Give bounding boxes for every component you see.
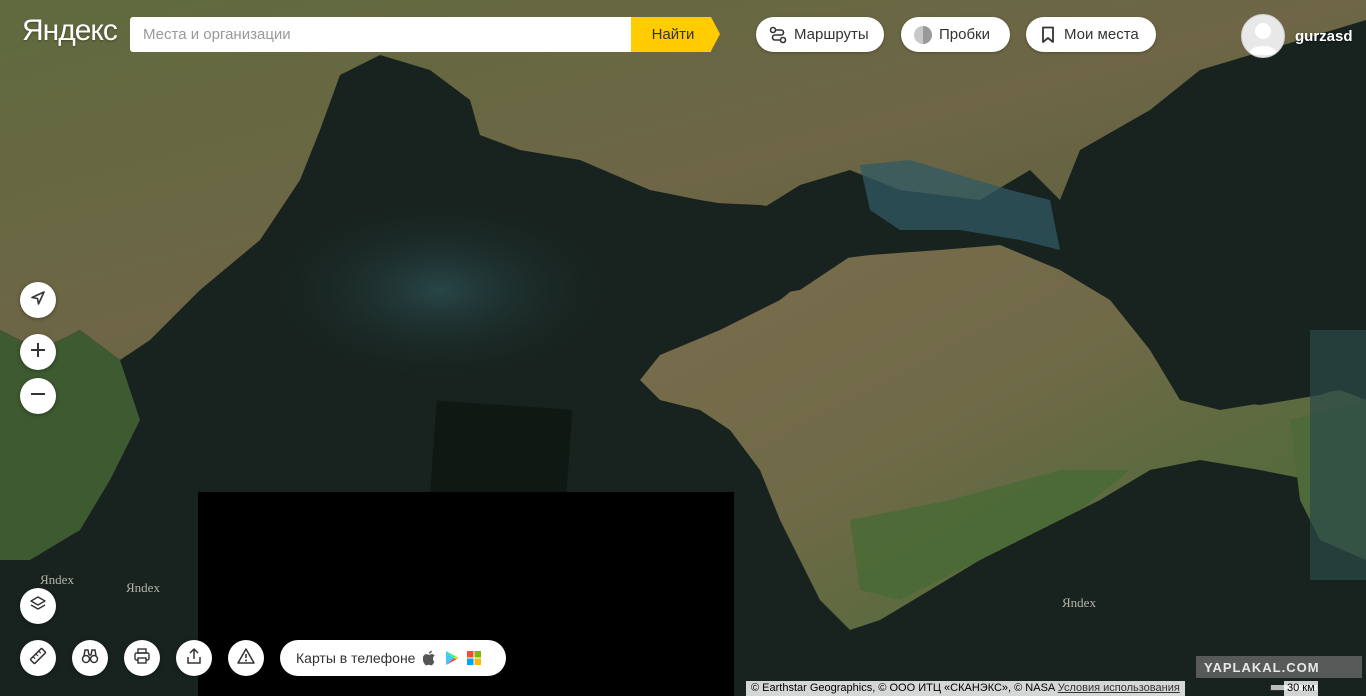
ruler-icon (29, 647, 47, 670)
bookmark-icon (1038, 25, 1058, 45)
my-places-label: Мои места (1064, 26, 1139, 43)
traffic-icon (913, 25, 933, 45)
search-button[interactable]: Найти (631, 17, 720, 52)
report-error-button[interactable] (228, 640, 264, 676)
traffic-button[interactable]: Пробки (901, 17, 1010, 52)
zoom-in-icon (30, 342, 46, 363)
yandex-watermark: Яndex (40, 572, 74, 587)
zoom-in-button[interactable] (20, 334, 56, 370)
my-places-button[interactable]: Мои места (1026, 17, 1156, 52)
user-menu[interactable]: gurzasd (1241, 14, 1353, 58)
warning-icon (237, 647, 255, 670)
copyright-text: © Earthstar Geographics, © ООО ИТЦ «СКАН… (751, 682, 1055, 694)
site-watermark: YAPLAKAL.COM (1196, 656, 1362, 678)
ruler-button[interactable] (20, 640, 56, 676)
print-button[interactable] (124, 640, 160, 676)
panorama-button[interactable] (72, 640, 108, 676)
share-icon (185, 647, 203, 670)
locate-button[interactable] (20, 282, 56, 318)
mobile-apps-label: Карты в телефоне (296, 650, 416, 666)
mobile-apps-button[interactable]: Карты в телефоне (280, 640, 506, 676)
print-icon (133, 647, 151, 670)
binoculars-icon (81, 647, 99, 670)
terms-link[interactable]: Условия использования (1058, 682, 1180, 694)
traffic-label: Пробки (939, 26, 990, 43)
copyright-bar: © Earthstar Geographics, © ООО ИТЦ «СКАН… (746, 681, 1185, 696)
zoom-out-button[interactable] (20, 378, 56, 414)
avatar[interactable] (1241, 14, 1285, 58)
windows-store-icon (467, 651, 482, 665)
username[interactable]: gurzasd (1295, 28, 1353, 45)
routes-label: Маршруты (794, 26, 869, 43)
locate-icon (30, 290, 46, 311)
layers-icon (29, 595, 47, 618)
routes-button[interactable]: Маршруты (756, 17, 884, 52)
layers-button[interactable] (20, 588, 56, 624)
yandex-logo[interactable]: Яндекс (22, 14, 118, 48)
search-bar: Найти (130, 17, 720, 52)
zoom-out-icon (30, 386, 46, 407)
yandex-watermark: Яndex (126, 580, 160, 595)
yandex-watermark: Яndex (1062, 595, 1096, 610)
scale-ruler: 30 км (1268, 681, 1364, 696)
google-play-icon (445, 650, 459, 666)
search-input[interactable] (130, 17, 631, 52)
scale-label: 30 км (1284, 681, 1318, 696)
routes-icon (768, 25, 788, 45)
share-button[interactable] (176, 640, 212, 676)
satellite-map[interactable] (0, 0, 1366, 696)
apple-icon (423, 650, 437, 666)
